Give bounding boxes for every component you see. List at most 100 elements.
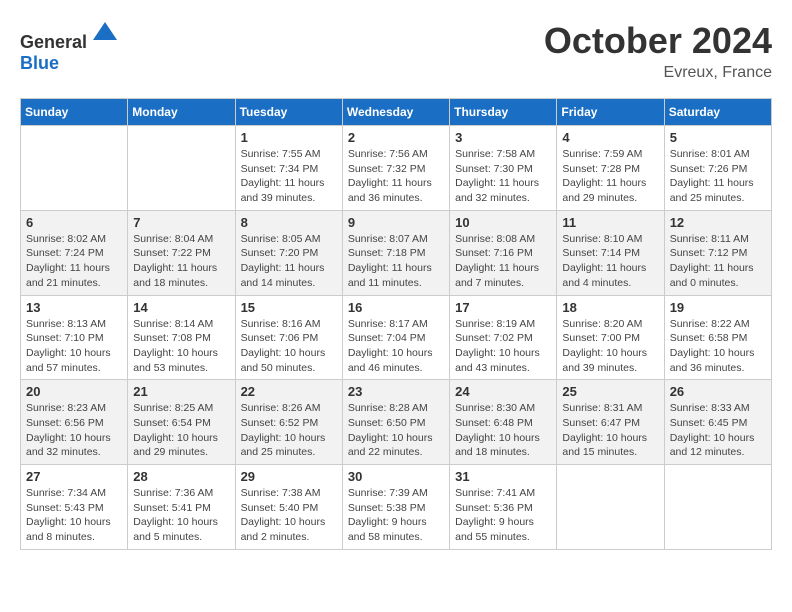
day-number: 31: [455, 469, 551, 484]
calendar-cell: [557, 465, 664, 550]
day-number: 10: [455, 215, 551, 230]
title-section: October 2024 Evreux, France: [544, 20, 772, 82]
day-info: Sunrise: 8:11 AM Sunset: 7:12 PM Dayligh…: [670, 232, 766, 291]
calendar-cell: 3 Sunrise: 7:58 AM Sunset: 7:30 PM Daylig…: [450, 126, 557, 211]
weekday-header-wednesday: Wednesday: [342, 99, 449, 126]
month-title: October 2024: [544, 20, 772, 62]
calendar-cell: 11Sunrise: 8:10 AM Sunset: 7:14 PM Dayli…: [557, 210, 664, 295]
day-info: Sunrise: 7:39 AM Sunset: 5:38 PM Dayligh…: [348, 486, 444, 545]
calendar-cell: 7 Sunrise: 8:04 AM Sunset: 7:22 PM Daylig…: [128, 210, 235, 295]
logo-blue-text: Blue: [20, 53, 59, 73]
day-number: 19: [670, 300, 766, 315]
day-info: Sunrise: 7:56 AM Sunset: 7:32 PM Dayligh…: [348, 147, 444, 206]
day-number: 2: [348, 130, 444, 145]
calendar-cell: 24 Sunrise: 8:30 AM Sunset: 6:48 PM Dayli…: [450, 380, 557, 465]
day-info: Sunrise: 8:25 AM Sunset: 6:54 PM Dayligh…: [133, 401, 229, 460]
calendar-table: SundayMondayTuesdayWednesdayThursdayFrid…: [20, 98, 772, 550]
logo: General Blue: [20, 20, 119, 74]
calendar-cell: [664, 465, 771, 550]
calendar-cell: 17 Sunrise: 8:19 AM Sunset: 7:02 PM Dayli…: [450, 295, 557, 380]
calendar-cell: [128, 126, 235, 211]
day-info: Sunrise: 7:41 AM Sunset: 5:36 PM Dayligh…: [455, 486, 551, 545]
logo-general-text: General: [20, 32, 87, 52]
calendar-cell: 6 Sunrise: 8:02 AM Sunset: 7:24 PM Daylig…: [21, 210, 128, 295]
day-info: Sunrise: 8:30 AM Sunset: 6:48 PM Dayligh…: [455, 401, 551, 460]
day-number: 13: [26, 300, 122, 315]
weekday-header-friday: Friday: [557, 99, 664, 126]
weekday-header-thursday: Thursday: [450, 99, 557, 126]
day-info: Sunrise: 8:10 AM Sunset: 7:14 PM Dayligh…: [562, 232, 658, 291]
calendar-cell: 2 Sunrise: 7:56 AM Sunset: 7:32 PM Daylig…: [342, 126, 449, 211]
location-title: Evreux, France: [544, 64, 772, 82]
day-number: 24: [455, 384, 551, 399]
day-info: Sunrise: 8:07 AM Sunset: 7:18 PM Dayligh…: [348, 232, 444, 291]
day-info: Sunrise: 8:01 AM Sunset: 7:26 PM Dayligh…: [670, 147, 766, 206]
day-info: Sunrise: 7:36 AM Sunset: 5:41 PM Dayligh…: [133, 486, 229, 545]
day-number: 28: [133, 469, 229, 484]
calendar-cell: 8 Sunrise: 8:05 AM Sunset: 7:20 PM Daylig…: [235, 210, 342, 295]
day-number: 30: [348, 469, 444, 484]
calendar-week-row: 6 Sunrise: 8:02 AM Sunset: 7:24 PM Daylig…: [21, 210, 772, 295]
weekday-header-sunday: Sunday: [21, 99, 128, 126]
weekday-header-tuesday: Tuesday: [235, 99, 342, 126]
calendar-cell: 26Sunrise: 8:33 AM Sunset: 6:45 PM Dayli…: [664, 380, 771, 465]
calendar-week-row: 20Sunrise: 8:23 AM Sunset: 6:56 PM Dayli…: [21, 380, 772, 465]
day-number: 4: [562, 130, 658, 145]
calendar-cell: [21, 126, 128, 211]
calendar-cell: 1 Sunrise: 7:55 AM Sunset: 7:34 PM Daylig…: [235, 126, 342, 211]
calendar-cell: 30 Sunrise: 7:39 AM Sunset: 5:38 PM Dayli…: [342, 465, 449, 550]
calendar-cell: 9 Sunrise: 8:07 AM Sunset: 7:18 PM Daylig…: [342, 210, 449, 295]
day-info: Sunrise: 8:31 AM Sunset: 6:47 PM Dayligh…: [562, 401, 658, 460]
day-number: 8: [241, 215, 337, 230]
weekday-header-row: SundayMondayTuesdayWednesdayThursdayFrid…: [21, 99, 772, 126]
day-info: Sunrise: 8:19 AM Sunset: 7:02 PM Dayligh…: [455, 317, 551, 376]
day-info: Sunrise: 8:22 AM Sunset: 6:58 PM Dayligh…: [670, 317, 766, 376]
calendar-cell: 22 Sunrise: 8:26 AM Sunset: 6:52 PM Dayli…: [235, 380, 342, 465]
day-number: 6: [26, 215, 122, 230]
day-number: 25: [562, 384, 658, 399]
day-info: Sunrise: 8:16 AM Sunset: 7:06 PM Dayligh…: [241, 317, 337, 376]
day-number: 14: [133, 300, 229, 315]
day-number: 3: [455, 130, 551, 145]
calendar-cell: 21Sunrise: 8:25 AM Sunset: 6:54 PM Dayli…: [128, 380, 235, 465]
day-info: Sunrise: 8:08 AM Sunset: 7:16 PM Dayligh…: [455, 232, 551, 291]
calendar-cell: 16Sunrise: 8:17 AM Sunset: 7:04 PM Dayli…: [342, 295, 449, 380]
calendar-cell: 15Sunrise: 8:16 AM Sunset: 7:06 PM Dayli…: [235, 295, 342, 380]
calendar-cell: 29 Sunrise: 7:38 AM Sunset: 5:40 PM Dayli…: [235, 465, 342, 550]
day-number: 7: [133, 215, 229, 230]
day-info: Sunrise: 8:05 AM Sunset: 7:20 PM Dayligh…: [241, 232, 337, 291]
day-info: Sunrise: 7:34 AM Sunset: 5:43 PM Dayligh…: [26, 486, 122, 545]
calendar-cell: 27 Sunrise: 7:34 AM Sunset: 5:43 PM Dayli…: [21, 465, 128, 550]
day-number: 27: [26, 469, 122, 484]
day-info: Sunrise: 8:02 AM Sunset: 7:24 PM Dayligh…: [26, 232, 122, 291]
header: General Blue October 2024 Evreux, France: [20, 20, 772, 82]
day-number: 17: [455, 300, 551, 315]
calendar-cell: 12Sunrise: 8:11 AM Sunset: 7:12 PM Dayli…: [664, 210, 771, 295]
day-info: Sunrise: 8:26 AM Sunset: 6:52 PM Dayligh…: [241, 401, 337, 460]
day-info: Sunrise: 8:14 AM Sunset: 7:08 PM Dayligh…: [133, 317, 229, 376]
day-number: 23: [348, 384, 444, 399]
day-number: 18: [562, 300, 658, 315]
day-info: Sunrise: 7:58 AM Sunset: 7:30 PM Dayligh…: [455, 147, 551, 206]
day-number: 29: [241, 469, 337, 484]
weekday-header-monday: Monday: [128, 99, 235, 126]
day-number: 22: [241, 384, 337, 399]
day-number: 5: [670, 130, 766, 145]
day-info: Sunrise: 8:23 AM Sunset: 6:56 PM Dayligh…: [26, 401, 122, 460]
day-info: Sunrise: 7:55 AM Sunset: 7:34 PM Dayligh…: [241, 147, 337, 206]
day-number: 1: [241, 130, 337, 145]
day-number: 9: [348, 215, 444, 230]
day-info: Sunrise: 8:20 AM Sunset: 7:00 PM Dayligh…: [562, 317, 658, 376]
calendar-cell: 20Sunrise: 8:23 AM Sunset: 6:56 PM Dayli…: [21, 380, 128, 465]
calendar-cell: 10 Sunrise: 8:08 AM Sunset: 7:16 PM Dayli…: [450, 210, 557, 295]
logo-icon: [91, 20, 119, 48]
calendar-week-row: 1 Sunrise: 7:55 AM Sunset: 7:34 PM Daylig…: [21, 126, 772, 211]
day-info: Sunrise: 8:13 AM Sunset: 7:10 PM Dayligh…: [26, 317, 122, 376]
calendar-cell: 5 Sunrise: 8:01 AM Sunset: 7:26 PM Daylig…: [664, 126, 771, 211]
day-info: Sunrise: 7:38 AM Sunset: 5:40 PM Dayligh…: [241, 486, 337, 545]
day-info: Sunrise: 7:59 AM Sunset: 7:28 PM Dayligh…: [562, 147, 658, 206]
day-info: Sunrise: 8:17 AM Sunset: 7:04 PM Dayligh…: [348, 317, 444, 376]
calendar-cell: 25 Sunrise: 8:31 AM Sunset: 6:47 PM Dayli…: [557, 380, 664, 465]
day-info: Sunrise: 8:04 AM Sunset: 7:22 PM Dayligh…: [133, 232, 229, 291]
calendar-cell: 23Sunrise: 8:28 AM Sunset: 6:50 PM Dayli…: [342, 380, 449, 465]
